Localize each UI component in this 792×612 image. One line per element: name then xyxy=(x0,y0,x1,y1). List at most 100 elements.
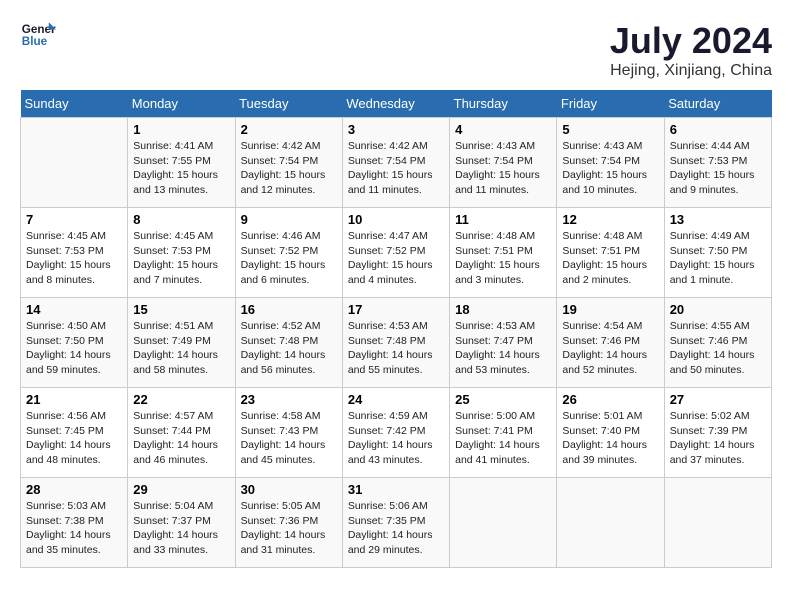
day-info: Sunrise: 4:58 AMSunset: 7:43 PMDaylight:… xyxy=(241,409,337,468)
day-header-saturday: Saturday xyxy=(664,90,771,118)
day-info: Sunrise: 4:43 AMSunset: 7:54 PMDaylight:… xyxy=(455,139,551,198)
calendar-cell: 15Sunrise: 4:51 AMSunset: 7:49 PMDayligh… xyxy=(128,298,235,388)
calendar-cell: 14 Sunrise: 4:50 AMSunset: 7:50 PMDayligh… xyxy=(21,298,128,388)
day-number: 31 xyxy=(348,482,444,497)
day-info: Sunrise: 4:42 AMSunset: 7:54 PMDaylight:… xyxy=(241,139,337,198)
day-number: 2 xyxy=(241,122,337,137)
week-row-2: 7Sunrise: 4:45 AMSunset: 7:53 PMDaylight… xyxy=(21,208,772,298)
day-number: 22 xyxy=(133,392,229,407)
day-number: 8 xyxy=(133,212,229,227)
day-header-sunday: Sunday xyxy=(21,90,128,118)
days-header-row: SundayMondayTuesdayWednesdayThursdayFrid… xyxy=(21,90,772,118)
calendar-cell: 10Sunrise: 4:47 AMSunset: 7:52 PMDayligh… xyxy=(342,208,449,298)
calendar-cell: 8Sunrise: 4:45 AMSunset: 7:53 PMDaylight… xyxy=(128,208,235,298)
title-block: July 2024 Hejing, Xinjiang, China xyxy=(610,20,772,80)
calendar-cell: 2 Sunrise: 4:42 AMSunset: 7:54 PMDaylight… xyxy=(235,118,342,208)
day-number: 12 xyxy=(562,212,658,227)
calendar-cell: 28 Sunrise: 5:03 AMSunset: 7:38 PMDayligh… xyxy=(21,478,128,568)
day-info: Sunrise: 4:56 AMSunset: 7:45 PMDaylight:… xyxy=(26,409,122,468)
day-header-friday: Friday xyxy=(557,90,664,118)
day-info: Sunrise: 5:04 AMSunset: 7:37 PMDaylight:… xyxy=(133,499,229,558)
day-header-monday: Monday xyxy=(128,90,235,118)
day-number: 23 xyxy=(241,392,337,407)
day-number: 14 xyxy=(26,302,122,317)
day-number: 30 xyxy=(241,482,337,497)
day-number: 1 xyxy=(133,122,229,137)
day-number: 28 xyxy=(26,482,122,497)
day-info: Sunrise: 4:53 AMSunset: 7:47 PMDaylight:… xyxy=(455,319,551,378)
calendar-cell: 5 Sunrise: 4:43 AMSunset: 7:54 PMDaylight… xyxy=(557,118,664,208)
day-info: Sunrise: 4:57 AMSunset: 7:44 PMDaylight:… xyxy=(133,409,229,468)
week-row-5: 28 Sunrise: 5:03 AMSunset: 7:38 PMDayligh… xyxy=(21,478,772,568)
calendar-cell: 9 Sunrise: 4:46 AMSunset: 7:52 PMDaylight… xyxy=(235,208,342,298)
day-info: Sunrise: 4:51 AMSunset: 7:49 PMDaylight:… xyxy=(133,319,229,378)
week-row-3: 14 Sunrise: 4:50 AMSunset: 7:50 PMDayligh… xyxy=(21,298,772,388)
day-info: Sunrise: 4:50 AMSunset: 7:50 PMDaylight:… xyxy=(26,319,122,378)
svg-text:Blue: Blue xyxy=(22,35,48,48)
day-number: 3 xyxy=(348,122,444,137)
day-info: Sunrise: 4:59 AMSunset: 7:42 PMDaylight:… xyxy=(348,409,444,468)
day-info: Sunrise: 4:43 AMSunset: 7:54 PMDaylight:… xyxy=(562,139,658,198)
day-number: 18 xyxy=(455,302,551,317)
day-number: 9 xyxy=(241,212,337,227)
calendar-cell: 27Sunrise: 5:02 AMSunset: 7:39 PMDayligh… xyxy=(664,388,771,478)
calendar-cell: 18 Sunrise: 4:53 AMSunset: 7:47 PMDayligh… xyxy=(450,298,557,388)
calendar-cell: 22 Sunrise: 4:57 AMSunset: 7:44 PMDayligh… xyxy=(128,388,235,478)
calendar-cell: 19 Sunrise: 4:54 AMSunset: 7:46 PMDayligh… xyxy=(557,298,664,388)
calendar-cell: 1 Sunrise: 4:41 AMSunset: 7:55 PMDaylight… xyxy=(128,118,235,208)
calendar-cell: 16Sunrise: 4:52 AMSunset: 7:48 PMDayligh… xyxy=(235,298,342,388)
calendar-cell: 21Sunrise: 4:56 AMSunset: 7:45 PMDayligh… xyxy=(21,388,128,478)
day-info: Sunrise: 5:02 AMSunset: 7:39 PMDaylight:… xyxy=(670,409,766,468)
calendar-cell: 23 Sunrise: 4:58 AMSunset: 7:43 PMDayligh… xyxy=(235,388,342,478)
day-info: Sunrise: 4:48 AMSunset: 7:51 PMDaylight:… xyxy=(455,229,551,288)
day-number: 7 xyxy=(26,212,122,227)
calendar-cell: 26 Sunrise: 5:01 AMSunset: 7:40 PMDayligh… xyxy=(557,388,664,478)
calendar-cell: 3 Sunrise: 4:42 AMSunset: 7:54 PMDaylight… xyxy=(342,118,449,208)
calendar-cell: 25Sunrise: 5:00 AMSunset: 7:41 PMDayligh… xyxy=(450,388,557,478)
day-number: 29 xyxy=(133,482,229,497)
calendar-cell: 6 Sunrise: 4:44 AMSunset: 7:53 PMDaylight… xyxy=(664,118,771,208)
day-info: Sunrise: 4:47 AMSunset: 7:52 PMDaylight:… xyxy=(348,229,444,288)
week-row-4: 21Sunrise: 4:56 AMSunset: 7:45 PMDayligh… xyxy=(21,388,772,478)
day-number: 4 xyxy=(455,122,551,137)
logo-icon: General Blue xyxy=(20,20,56,48)
calendar-body: 1 Sunrise: 4:41 AMSunset: 7:55 PMDaylight… xyxy=(21,118,772,568)
calendar-cell xyxy=(21,118,128,208)
calendar-cell xyxy=(664,478,771,568)
calendar-cell: 29 Sunrise: 5:04 AMSunset: 7:37 PMDayligh… xyxy=(128,478,235,568)
day-info: Sunrise: 4:41 AMSunset: 7:55 PMDaylight:… xyxy=(133,139,229,198)
day-info: Sunrise: 5:01 AMSunset: 7:40 PMDaylight:… xyxy=(562,409,658,468)
day-info: Sunrise: 4:42 AMSunset: 7:54 PMDaylight:… xyxy=(348,139,444,198)
day-info: Sunrise: 4:52 AMSunset: 7:48 PMDaylight:… xyxy=(241,319,337,378)
day-number: 20 xyxy=(670,302,766,317)
day-info: Sunrise: 4:55 AMSunset: 7:46 PMDaylight:… xyxy=(670,319,766,378)
day-number: 25 xyxy=(455,392,551,407)
calendar-cell xyxy=(450,478,557,568)
location: Hejing, Xinjiang, China xyxy=(610,62,772,80)
month-year: July 2024 xyxy=(610,20,772,62)
calendar-cell: 31Sunrise: 5:06 AMSunset: 7:35 PMDayligh… xyxy=(342,478,449,568)
day-number: 19 xyxy=(562,302,658,317)
week-row-1: 1 Sunrise: 4:41 AMSunset: 7:55 PMDaylight… xyxy=(21,118,772,208)
day-info: Sunrise: 5:05 AMSunset: 7:36 PMDaylight:… xyxy=(241,499,337,558)
calendar-table: SundayMondayTuesdayWednesdayThursdayFrid… xyxy=(20,90,772,568)
day-number: 26 xyxy=(562,392,658,407)
page-header: General Blue July 2024 Hejing, Xinjiang,… xyxy=(20,20,772,80)
calendar-cell: 30 Sunrise: 5:05 AMSunset: 7:36 PMDayligh… xyxy=(235,478,342,568)
day-info: Sunrise: 4:49 AMSunset: 7:50 PMDaylight:… xyxy=(670,229,766,288)
logo: General Blue xyxy=(20,20,56,48)
calendar-cell: 7Sunrise: 4:45 AMSunset: 7:53 PMDaylight… xyxy=(21,208,128,298)
day-header-thursday: Thursday xyxy=(450,90,557,118)
day-number: 5 xyxy=(562,122,658,137)
day-info: Sunrise: 4:46 AMSunset: 7:52 PMDaylight:… xyxy=(241,229,337,288)
day-info: Sunrise: 4:48 AMSunset: 7:51 PMDaylight:… xyxy=(562,229,658,288)
day-number: 11 xyxy=(455,212,551,227)
day-number: 24 xyxy=(348,392,444,407)
day-header-wednesday: Wednesday xyxy=(342,90,449,118)
calendar-cell xyxy=(557,478,664,568)
day-header-tuesday: Tuesday xyxy=(235,90,342,118)
day-info: Sunrise: 4:54 AMSunset: 7:46 PMDaylight:… xyxy=(562,319,658,378)
day-info: Sunrise: 4:44 AMSunset: 7:53 PMDaylight:… xyxy=(670,139,766,198)
day-info: Sunrise: 5:03 AMSunset: 7:38 PMDaylight:… xyxy=(26,499,122,558)
day-number: 6 xyxy=(670,122,766,137)
